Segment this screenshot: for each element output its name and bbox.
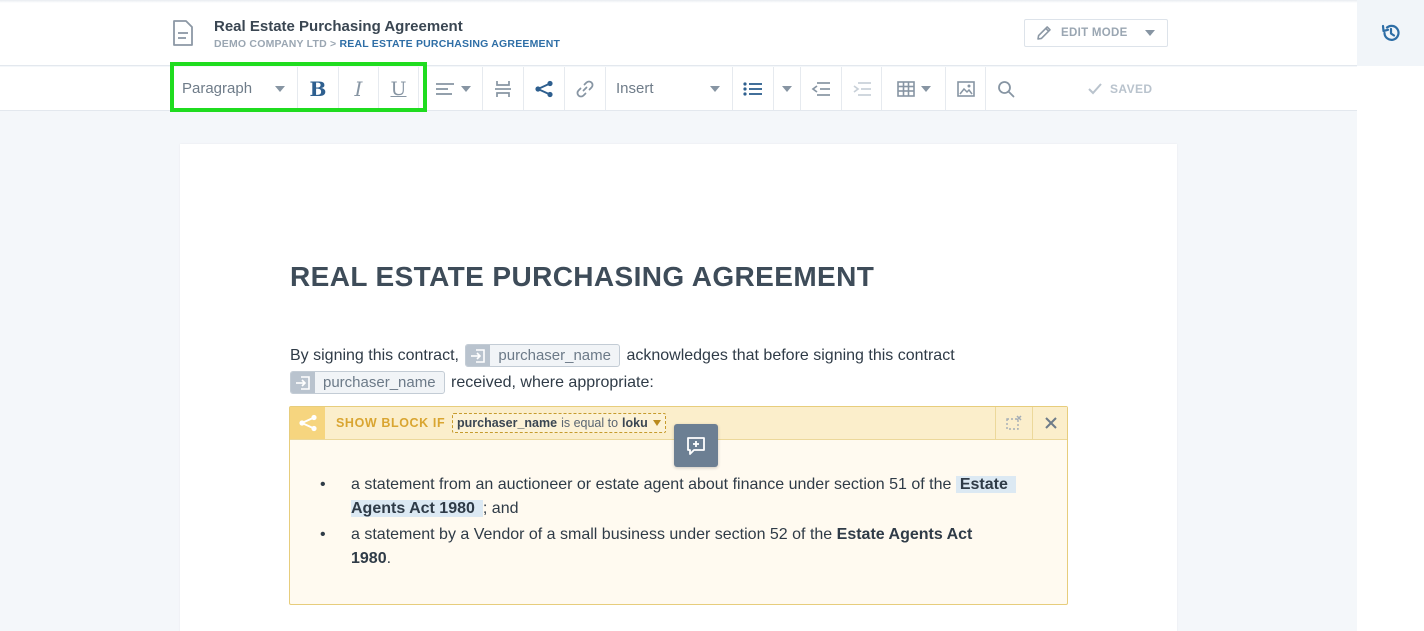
image-icon: [956, 80, 975, 97]
pencil-icon: [1037, 26, 1051, 40]
paragraph-style-label: Paragraph: [182, 80, 253, 97]
saved-label: SAVED: [1110, 81, 1153, 96]
edit-mode-label: EDIT MODE: [1061, 27, 1128, 39]
branch-icon: [290, 407, 325, 439]
history-button[interactable]: [1357, 0, 1424, 66]
add-comment-button[interactable]: [674, 424, 718, 467]
act-name: Estate: [955, 476, 1016, 493]
insert-select[interactable]: Insert: [606, 67, 733, 110]
italic-icon: I: [354, 76, 363, 101]
link-icon: [576, 80, 594, 97]
remove-condition-icon: [1005, 415, 1022, 430]
variable-input-icon: [466, 345, 491, 367]
indent-icon: [852, 81, 871, 96]
chevron-down-icon: [652, 420, 661, 426]
list-item-text: ; and: [482, 500, 519, 517]
saved-status: SAVED: [1088, 67, 1152, 110]
paragraph-text: acknowledges that before signing this co…: [626, 347, 955, 364]
align-left-icon: [436, 82, 454, 95]
act-name: 1980: [351, 550, 387, 567]
check-icon: [1088, 82, 1102, 94]
paragraph-text: By signing this contract,: [290, 347, 459, 364]
underline-button[interactable]: U: [379, 67, 419, 110]
breadcrumb-company[interactable]: DEMO COMPANY LTD: [214, 38, 327, 50]
link-button[interactable]: [565, 67, 606, 110]
list-item[interactable]: • a statement from an auctioneer or esta…: [320, 473, 1050, 521]
condition-button[interactable]: [524, 67, 565, 110]
search-icon: [998, 80, 1015, 97]
close-block-button[interactable]: [1032, 407, 1068, 439]
indent-button[interactable]: [842, 67, 882, 110]
condition-operator: is equal to: [561, 416, 619, 430]
show-block-if-label: SHOW BLOCK IF: [336, 416, 446, 430]
align-dropdown[interactable]: [424, 67, 483, 110]
branch-icon: [535, 80, 553, 97]
right-sidebar: [1357, 0, 1424, 631]
act-name: Agents Act 1980: [351, 500, 483, 517]
table-dropdown[interactable]: [882, 67, 946, 110]
page-break-button[interactable]: [483, 67, 524, 110]
variable-chip[interactable]: purchaser_name: [290, 371, 445, 395]
edit-mode-dropdown[interactable]: EDIT MODE: [1024, 19, 1168, 47]
chevron-down-icon: [710, 86, 720, 92]
condition-variable: purchaser_name: [457, 416, 558, 430]
bullet-list-icon: [743, 81, 762, 96]
bullet: •: [320, 476, 326, 493]
add-comment-icon: [687, 436, 705, 455]
chevron-down-icon: [1145, 30, 1155, 36]
close-icon: [1044, 417, 1057, 429]
document-title: Real Estate Purchasing Agreement: [214, 18, 463, 35]
chevron-down-icon: [461, 85, 471, 92]
history-icon: [1381, 24, 1400, 41]
page-break-icon: [495, 80, 511, 97]
header-shadow: [0, 0, 1357, 3]
list-type-dropdown[interactable]: [774, 67, 801, 110]
breadcrumb-separator: >: [326, 38, 340, 50]
bullet: •: [320, 526, 326, 543]
condition-value: loku: [622, 416, 648, 430]
editor-toolbar: Paragraph B I U Insert: [0, 67, 1357, 111]
insert-label: Insert: [616, 80, 654, 97]
chevron-down-icon: [920, 85, 931, 92]
variable-chip[interactable]: purchaser_name: [465, 344, 620, 368]
variable-input-icon: [291, 372, 315, 394]
underline-icon: U: [390, 77, 407, 100]
document-icon: [173, 20, 193, 46]
document-heading[interactable]: REAL ESTATE PURCHASING AGREEMENT: [290, 261, 874, 293]
act-name: Estate Agents Act: [836, 526, 973, 543]
paragraph-style-select[interactable]: Paragraph: [172, 67, 298, 110]
document-paragraph[interactable]: By signing this contract, purchaser_name…: [290, 342, 1070, 396]
image-button[interactable]: [946, 67, 986, 110]
table-icon: [896, 80, 915, 97]
document-header: Real Estate Purchasing Agreement DEMO CO…: [0, 0, 1357, 66]
chevron-down-icon: [782, 85, 792, 92]
search-button[interactable]: [986, 67, 1026, 110]
outdent-button[interactable]: [801, 67, 842, 110]
italic-button[interactable]: I: [339, 67, 379, 110]
outdent-icon: [811, 81, 830, 96]
bold-icon: B: [309, 76, 327, 101]
list-item-text: .: [386, 550, 392, 567]
list-item[interactable]: • a statement by a Vendor of a small bus…: [320, 523, 1050, 571]
paragraph-text: received, where appropriate:: [451, 374, 654, 391]
condition-list: • a statement from an auctioneer or esta…: [320, 473, 1050, 573]
document-page: REAL ESTATE PURCHASING AGREEMENT By sign…: [180, 144, 1177, 631]
remove-condition-button[interactable]: [995, 407, 1031, 439]
chevron-down-icon: [275, 86, 285, 92]
bullet-list-button[interactable]: [733, 67, 774, 110]
bold-button[interactable]: B: [298, 67, 339, 110]
variable-name: purchaser_name: [498, 347, 611, 365]
breadcrumb: DEMO COMPANY LTD > REAL ESTATE PURCHASIN…: [214, 38, 560, 50]
list-item-text: a statement by a Vendor of a small busin…: [351, 526, 833, 543]
condition-rule-dropdown[interactable]: purchaser_name is equal to loku: [452, 413, 666, 433]
list-item-text: a statement from an auctioneer or estate…: [351, 476, 952, 493]
breadcrumb-current[interactable]: REAL ESTATE PURCHASING AGREEMENT: [339, 38, 560, 50]
variable-name: purchaser_name: [323, 374, 436, 392]
